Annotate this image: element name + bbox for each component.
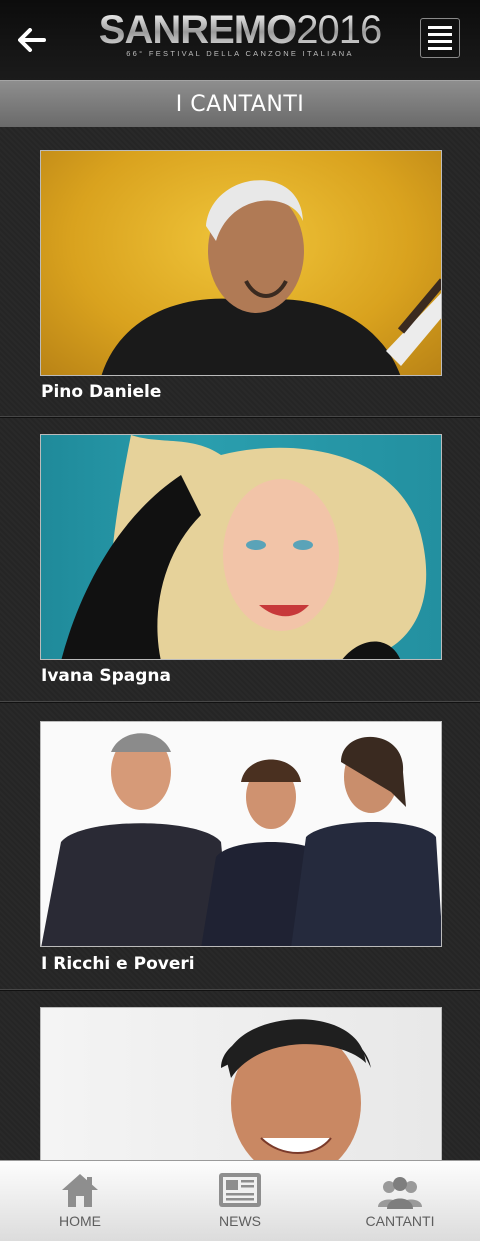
singer-portrait-image <box>221 1019 371 1160</box>
hamburger-menu-icon <box>428 26 452 29</box>
people-icon <box>378 1177 422 1209</box>
tab-home-label: HOME <box>59 1213 101 1229</box>
tab-home[interactable]: HOME <box>0 1161 160 1241</box>
singer-item-ivana-spagna[interactable]: Ivana Spagna <box>0 416 480 702</box>
newspaper-icon <box>219 1173 261 1207</box>
logo-text: SANREMO <box>98 8 297 52</box>
tab-cantanti[interactable]: CANTANTI <box>320 1161 480 1241</box>
singer-list[interactable]: Pino Daniele Ivana Spagna I Ricchi e Pov… <box>0 126 480 1160</box>
singer-name: Ivana Spagna <box>41 666 171 686</box>
singer-portrait-image <box>61 435 427 659</box>
home-icon <box>62 1174 98 1207</box>
singer-photo[interactable] <box>40 1007 442 1160</box>
tab-news-label: NEWS <box>219 1213 261 1229</box>
singer-item[interactable] <box>0 989 480 1160</box>
singer-photo[interactable] <box>40 150 442 376</box>
singer-item-pino-daniele[interactable]: Pino Daniele <box>0 126 480 417</box>
sanremo-logo: SANREMO2016 66° FESTIVAL DELLA CANZONE I… <box>90 10 390 66</box>
menu-button[interactable] <box>420 18 460 58</box>
singer-item-i-ricchi-e-poveri[interactable]: I Ricchi e Poveri <box>0 701 480 990</box>
app-header: SANREMO2016 66° FESTIVAL DELLA CANZONE I… <box>0 0 480 81</box>
bottom-tab-bar: HOME NEWS CANTANTI <box>0 1160 480 1241</box>
page-title-bar: I CANTANTI <box>0 80 480 127</box>
logo-year: 2016 <box>296 8 382 52</box>
singer-photo[interactable] <box>40 721 442 947</box>
singer-portrait-image <box>101 180 441 375</box>
singer-photo[interactable] <box>40 434 442 660</box>
tab-news[interactable]: NEWS <box>160 1161 320 1241</box>
logo-subtitle: 66° FESTIVAL DELLA CANZONE ITALIANA <box>126 49 354 58</box>
back-button[interactable] <box>14 22 50 58</box>
page-title: I CANTANTI <box>175 91 305 117</box>
arrow-left-icon <box>18 28 46 52</box>
hamburger-line <box>428 47 452 50</box>
hamburger-line <box>428 33 452 36</box>
singer-portrait-image <box>41 733 441 946</box>
hamburger-line <box>428 40 452 43</box>
tab-cantanti-label: CANTANTI <box>365 1213 435 1229</box>
singer-name: I Ricchi e Poveri <box>41 954 195 974</box>
singer-name: Pino Daniele <box>41 382 162 402</box>
